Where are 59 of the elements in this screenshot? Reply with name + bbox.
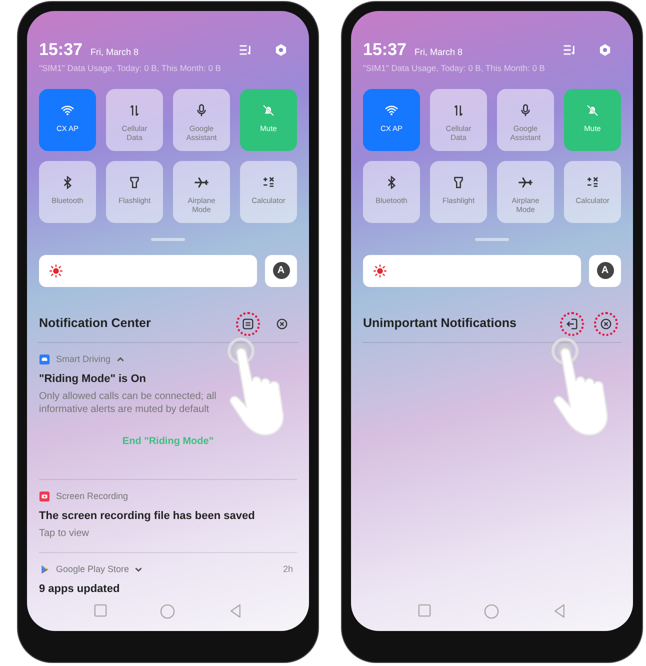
home-icon[interactable] [160,604,176,619]
app-name: Screen Recording [56,490,128,503]
close-icon [275,316,289,331]
home-icon[interactable] [484,604,500,619]
flashlight-icon [451,174,466,190]
close-icon [599,316,613,331]
notification-title: 9 apps updated [39,582,121,598]
car-icon [39,354,50,365]
airplane-icon [194,174,209,190]
flashlight-icon [127,174,142,190]
notification-body: Tap to view [39,526,90,540]
calculator-icon [261,174,276,190]
exit-icon [565,316,579,331]
notification-title: "Riding Mode" is On [39,372,147,388]
date-label: Fri, March 8 [414,48,462,57]
notification-title: The screen recording file has been saved [39,509,256,524]
app-name: Google Play Store [56,562,130,576]
auto-brightness-button[interactable]: A [272,262,290,280]
drag-handle[interactable] [475,238,509,241]
clock-time: 15:37 [363,41,406,58]
sun-icon [49,264,63,278]
drag-handle[interactable] [151,238,185,241]
settings-icon[interactable] [274,42,288,56]
app-name: Smart Driving [56,352,111,366]
microphone-icon [194,102,209,118]
notification-body: Only allowed calls can be connected; all informative alerts are muted by default [39,390,218,416]
date-label: Fri, March 8 [90,48,138,57]
play-store-icon [39,564,50,575]
microphone-icon [518,102,533,118]
back-icon[interactable] [229,604,242,618]
exit-button[interactable] [560,312,584,336]
notification-time: 2h [282,562,294,576]
recents-icon[interactable] [418,604,431,617]
list-icon [241,316,255,331]
recents-icon[interactable] [94,604,107,617]
sun-icon [373,264,387,278]
sort-icon[interactable] [238,42,252,56]
airplane-icon [518,174,533,190]
list-button[interactable] [236,312,260,336]
caret-up-icon[interactable] [116,356,124,363]
auto-brightness-card[interactable]: A [589,254,621,287]
brightness-slider[interactable] [39,254,257,287]
auto-brightness-card[interactable]: A [265,254,297,287]
video-icon [39,491,50,502]
data-usage-text: "SIM1" Data Usage, Today: 0 B, This Month: 0 B [38,62,222,75]
panel-title: Notification Center [39,315,151,332]
calculator-icon [585,174,600,190]
clock-time: 15:37 [39,41,82,58]
brightness-slider[interactable] [363,254,581,287]
bell-off-icon [585,102,600,118]
panel-title: Unimportant Notifications [363,315,516,332]
sort-icon[interactable] [562,42,576,56]
auto-brightness-button[interactable]: A [596,262,614,280]
close-button[interactable] [594,312,618,336]
back-icon[interactable] [553,604,566,618]
caret-down-icon[interactable] [135,566,142,573]
settings-icon[interactable] [598,42,612,56]
bell-off-icon [261,102,276,118]
data-usage-text: "SIM1" Data Usage, Today: 0 B, This Month: 0 B [362,62,546,75]
